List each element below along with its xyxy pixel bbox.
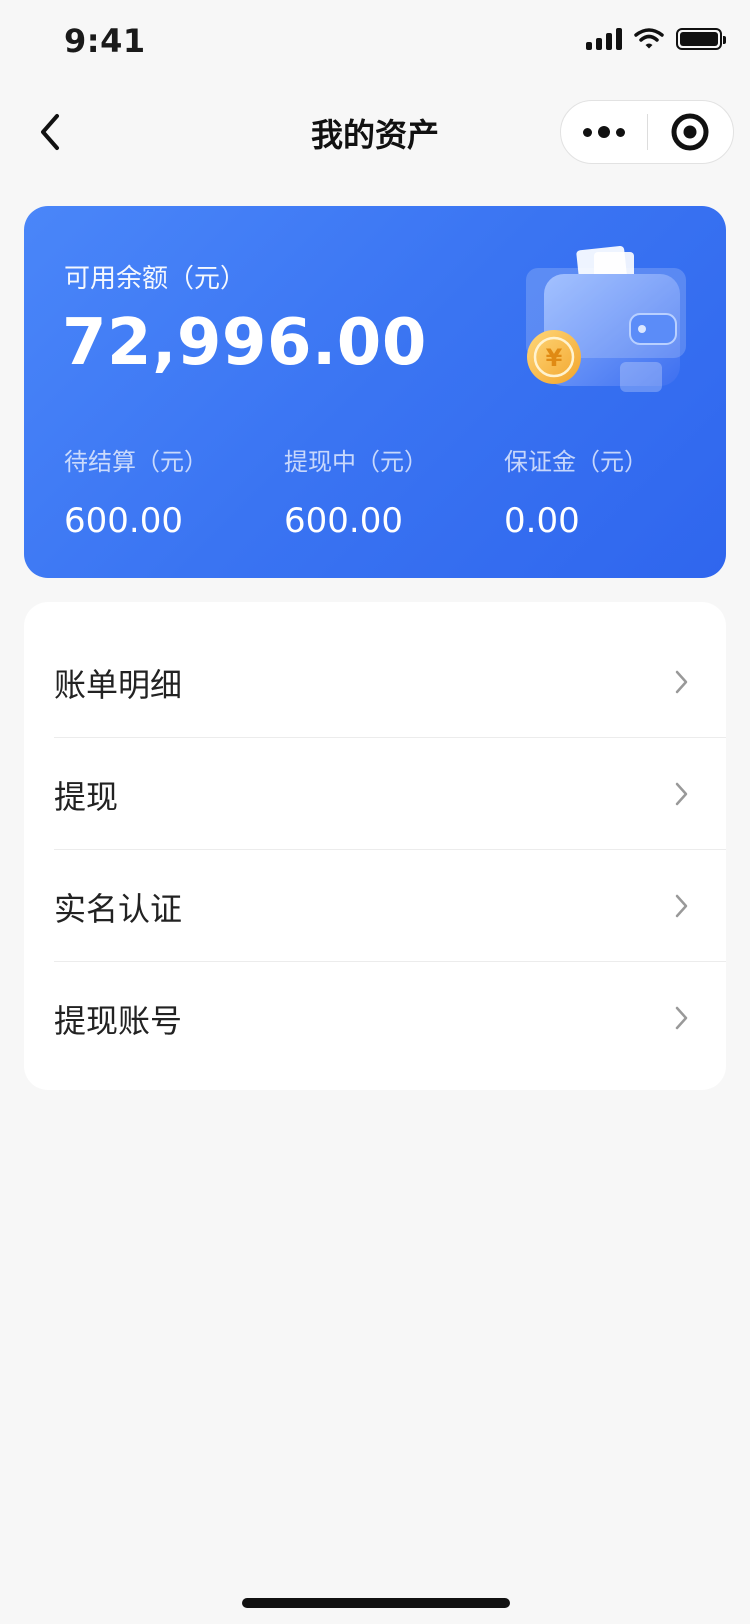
nav-bar: 我的资产 — [0, 88, 750, 176]
asset-screen: 9:41 我的资产 可用余额（元） 72,996.00 ¥ 待结算（元） 600… — [0, 0, 750, 1624]
menu-item-withdraw[interactable]: 提现 — [24, 738, 726, 850]
signal-icon — [586, 28, 622, 50]
menu-item-bill-details[interactable]: 账单明细 — [24, 626, 726, 738]
battery-icon — [676, 28, 726, 50]
stat-value: 600.00 — [284, 501, 403, 541]
yuan-coin-icon: ¥ — [546, 344, 563, 372]
asset-summary-card: 可用余额（元） 72,996.00 ¥ 待结算（元） 600.00 提现中（元）… — [24, 206, 726, 578]
chevron-right-icon — [675, 1006, 688, 1030]
asset-menu-list: 账单明细 提现 实名认证 提现账号 — [24, 602, 726, 1090]
menu-item-label: 实名认证 — [54, 890, 183, 928]
menu-item-label: 提现账号 — [54, 1002, 183, 1040]
wifi-icon — [634, 28, 664, 49]
more-dots-icon — [582, 127, 592, 137]
status-bar: 9:41 — [0, 0, 750, 88]
more-button[interactable] — [561, 101, 647, 163]
stat-label: 待结算（元） — [64, 448, 208, 476]
chevron-right-icon — [675, 894, 688, 918]
available-balance-label: 可用余额（元） — [64, 264, 247, 294]
menu-item-label: 提现 — [54, 778, 119, 816]
stat-label: 保证金（元） — [504, 448, 648, 476]
menu-item-real-name-verification[interactable]: 实名认证 — [24, 850, 726, 962]
stat-deposit: 保证金（元） 0.00 — [504, 442, 648, 541]
close-button[interactable] — [648, 101, 734, 163]
menu-item-withdraw-account[interactable]: 提现账号 — [24, 962, 726, 1074]
home-indicator[interactable] — [242, 1598, 510, 1608]
menu-item-label: 账单明细 — [54, 666, 183, 704]
close-target-icon — [671, 113, 709, 151]
stat-label: 提现中（元） — [284, 448, 428, 476]
stat-withdrawing: 提现中（元） 600.00 — [284, 442, 428, 541]
wallet-icon: ¥ — [526, 245, 686, 392]
stat-pending-settlement: 待结算（元） 600.00 — [64, 442, 208, 541]
chevron-right-icon — [675, 782, 688, 806]
status-time: 9:41 — [64, 22, 146, 60]
available-balance-amount: 72,996.00 — [62, 306, 427, 380]
status-icons — [586, 28, 726, 50]
chevron-right-icon — [675, 670, 688, 694]
mini-program-capsule — [560, 100, 734, 164]
stat-value: 0.00 — [504, 501, 580, 541]
stat-value: 600.00 — [64, 501, 183, 541]
